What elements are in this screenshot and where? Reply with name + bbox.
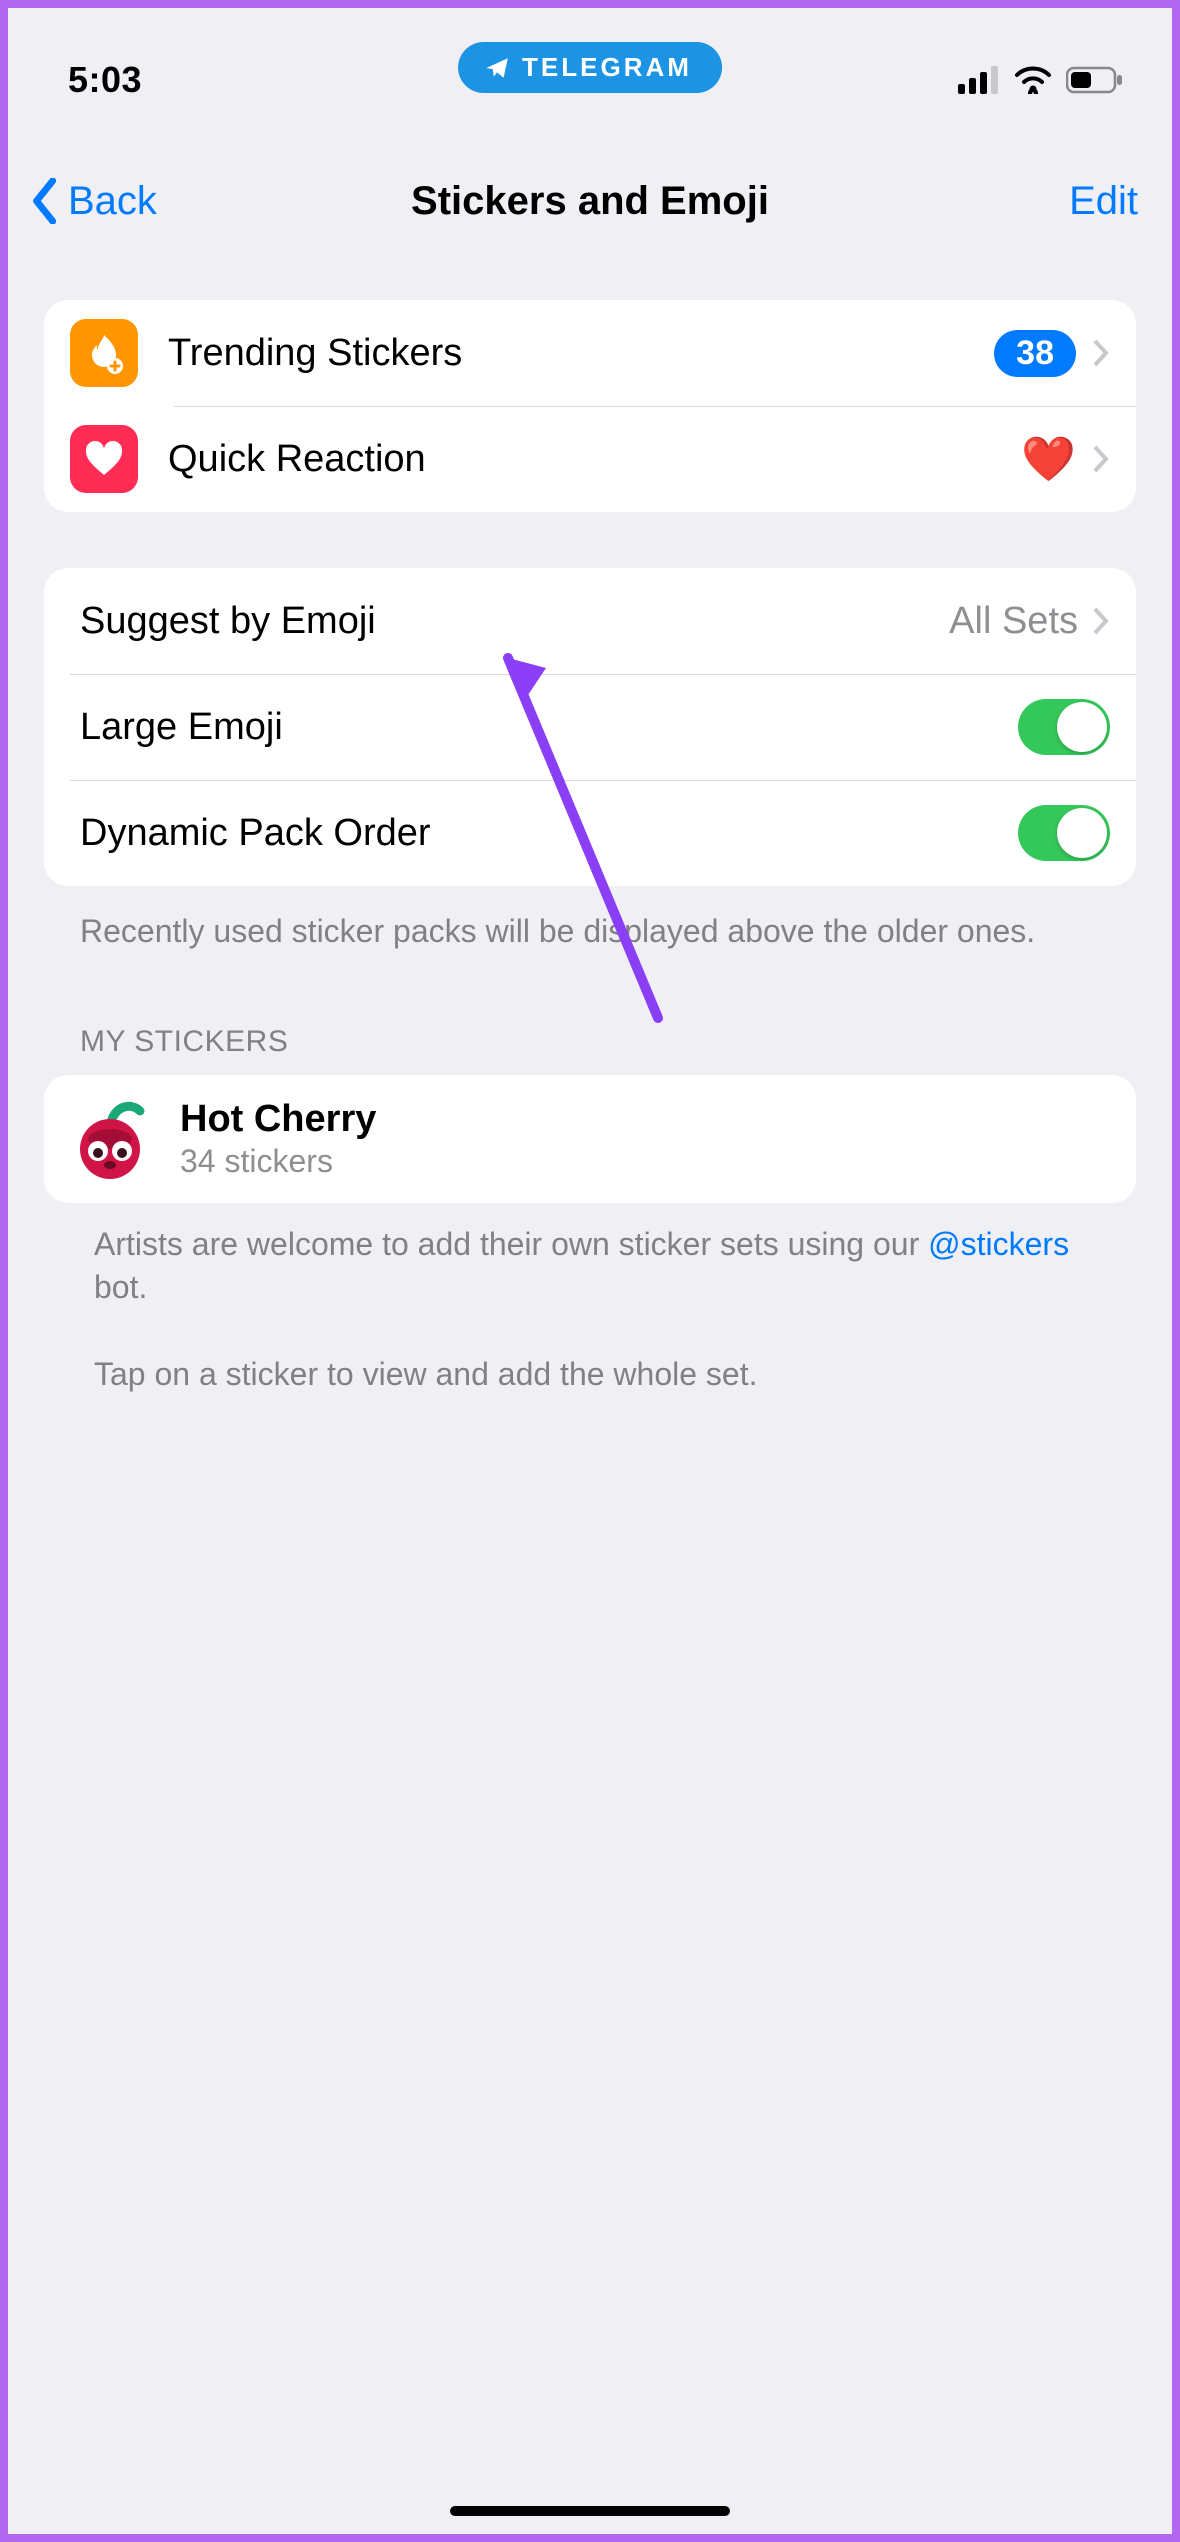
- dynamic-order-footer: Recently used sticker packs will be disp…: [44, 910, 1136, 953]
- wifi-icon: [1014, 66, 1052, 94]
- trending-stickers-row[interactable]: Trending Stickers 38: [44, 300, 1136, 406]
- sticker-options-group: Trending Stickers 38 Quick Reaction ❤️: [44, 300, 1136, 512]
- trending-badge: 38: [994, 330, 1076, 377]
- row-label: Large Emoji: [80, 706, 1018, 749]
- dynamic-pack-order-row: Dynamic Pack Order: [44, 780, 1136, 886]
- edit-button[interactable]: Edit: [1069, 179, 1138, 224]
- large-emoji-toggle[interactable]: [1018, 699, 1110, 755]
- cellular-icon: [958, 66, 1000, 94]
- pack-count: 34 stickers: [180, 1143, 376, 1180]
- stickers-bot-link[interactable]: @stickers: [928, 1226, 1069, 1262]
- reaction-value-emoji: ❤️: [1021, 433, 1076, 485]
- chevron-right-icon: [1092, 338, 1110, 368]
- hot-cherry-thumbnail: [70, 1097, 154, 1181]
- suggest-by-emoji-row[interactable]: Suggest by Emoji All Sets: [44, 568, 1136, 674]
- my-stickers-footer: Artists are welcome to add their own sti…: [44, 1203, 1136, 1396]
- chevron-right-icon: [1092, 606, 1110, 636]
- quick-reaction-row[interactable]: Quick Reaction ❤️: [44, 406, 1136, 512]
- large-emoji-row: Large Emoji: [44, 674, 1136, 780]
- row-label: Quick Reaction: [168, 438, 1021, 481]
- chevron-left-icon: [30, 178, 62, 224]
- my-stickers-group: Hot Cherry 34 stickers: [44, 1075, 1136, 1203]
- nav-bar: Back Stickers and Emoji Edit: [8, 118, 1172, 258]
- my-stickers-header: MY STICKERS: [44, 953, 1136, 1075]
- telegram-pill[interactable]: TELEGRAM: [458, 42, 722, 93]
- quick-reaction-icon: [70, 425, 138, 493]
- sticker-pack-row[interactable]: Hot Cherry 34 stickers: [44, 1075, 1136, 1203]
- row-label: Trending Stickers: [168, 332, 994, 375]
- paper-plane-icon: [484, 55, 510, 81]
- trending-icon: [70, 319, 138, 387]
- heart-icon: [82, 437, 126, 481]
- pack-title: Hot Cherry: [180, 1098, 376, 1141]
- status-time: 5:03: [68, 59, 142, 101]
- dynamic-order-toggle[interactable]: [1018, 805, 1110, 861]
- back-label: Back: [68, 179, 157, 224]
- page-title: Stickers and Emoji: [411, 179, 769, 224]
- chevron-right-icon: [1092, 444, 1110, 474]
- home-indicator[interactable]: [450, 2506, 730, 2516]
- back-button[interactable]: Back: [30, 178, 157, 224]
- battery-icon: [1066, 66, 1124, 94]
- row-label: Dynamic Pack Order: [80, 812, 1018, 855]
- pill-label: TELEGRAM: [522, 52, 692, 83]
- emoji-options-group: Suggest by Emoji All Sets Large Emoji Dy…: [44, 568, 1136, 886]
- row-label: Suggest by Emoji: [80, 600, 949, 643]
- status-bar: 5:03 TELEGRAM: [8, 8, 1172, 118]
- status-icons: [958, 66, 1124, 94]
- flame-plus-icon: [82, 331, 126, 375]
- row-value: All Sets: [949, 600, 1078, 643]
